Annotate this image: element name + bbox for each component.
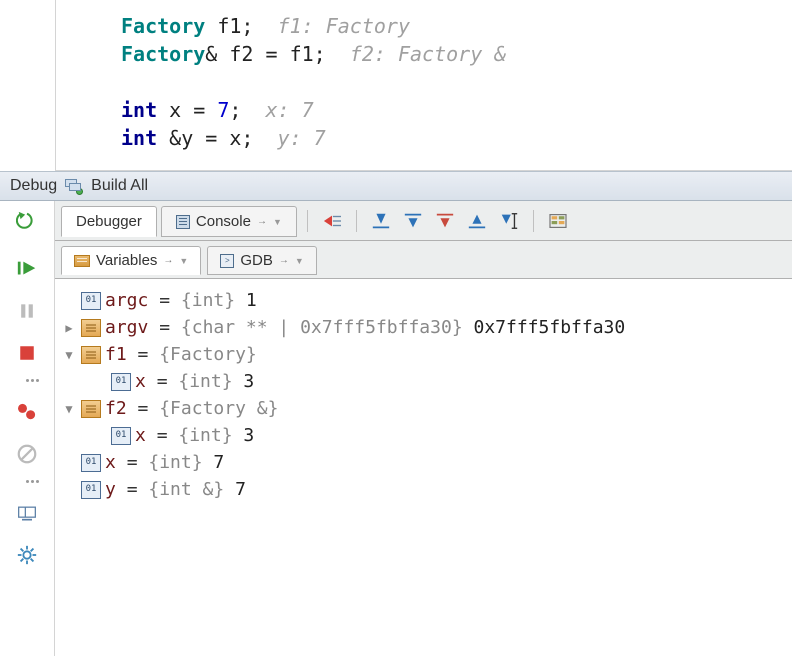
stop-icon[interactable] bbox=[15, 341, 39, 365]
code-line[interactable]: int x = 7; x: 7 bbox=[56, 96, 792, 124]
variable-text: x = {int} 3 bbox=[135, 425, 254, 446]
primitive-chip-icon: 01 bbox=[81, 481, 101, 499]
debug-tab-row: Debugger Console → ▼ bbox=[55, 201, 792, 241]
rerun-icon[interactable] bbox=[15, 209, 39, 233]
variables-list[interactable]: 01 argc = {int} 1▶ argv = {char ** | 0x7… bbox=[55, 279, 792, 656]
dropdown-icon: ▼ bbox=[273, 217, 282, 227]
build-all-label[interactable]: Build All bbox=[91, 177, 148, 195]
chevron-right-icon: → bbox=[163, 255, 173, 266]
disclosure-spacer bbox=[61, 482, 77, 498]
object-chip-icon bbox=[81, 319, 101, 337]
disclosure-open-icon[interactable]: ▼ bbox=[61, 401, 77, 417]
disclosure-open-icon[interactable]: ▼ bbox=[61, 347, 77, 363]
tab-label: Console bbox=[196, 213, 251, 230]
step-out-icon[interactable] bbox=[463, 207, 491, 235]
primitive-chip-icon: 01 bbox=[111, 373, 131, 391]
debug-subtab-row: Variables → ▼ > GDB → ▼ bbox=[55, 241, 792, 279]
dropdown-icon: ▼ bbox=[295, 256, 304, 266]
variable-text: f1 = {Factory} bbox=[105, 344, 257, 365]
variable-row[interactable]: 01 x = {int} 3 bbox=[55, 368, 792, 395]
subtab-gdb[interactable]: > GDB → ▼ bbox=[207, 246, 316, 275]
code-line[interactable]: Factory& f2 = f1; f2: Factory & bbox=[56, 40, 792, 68]
run-to-cursor-icon[interactable] bbox=[495, 207, 523, 235]
variable-row[interactable]: 01 x = {int} 7 bbox=[55, 449, 792, 476]
subtab-label: GDB bbox=[240, 252, 273, 269]
tab-label: Debugger bbox=[76, 213, 142, 230]
code-line[interactable]: Factory f1; f1: Factory bbox=[56, 12, 792, 40]
primitive-chip-icon: 01 bbox=[81, 454, 101, 472]
variable-row[interactable]: ▶ argv = {char ** | 0x7fff5fbffa30} 0x7f… bbox=[55, 314, 792, 341]
variable-row[interactable]: 01 argc = {int} 1 bbox=[55, 287, 792, 314]
settings-gear-icon[interactable] bbox=[15, 543, 39, 567]
step-into-icon[interactable] bbox=[399, 207, 427, 235]
build-all-icon[interactable] bbox=[65, 178, 83, 194]
disclosure-spacer bbox=[61, 293, 77, 309]
subtab-variables[interactable]: Variables → ▼ bbox=[61, 246, 201, 275]
variable-row[interactable]: ▼ f1 = {Factory} bbox=[55, 341, 792, 368]
code-editor[interactable]: Factory f1; f1: FactoryFactory& f2 = f1;… bbox=[55, 0, 792, 171]
separator bbox=[307, 210, 308, 232]
disclosure-closed-icon[interactable]: ▶ bbox=[61, 320, 77, 336]
variable-text: argv = {char ** | 0x7fff5fbffa30} 0x7fff… bbox=[105, 317, 625, 338]
subtab-label: Variables bbox=[96, 252, 157, 269]
resume-icon[interactable] bbox=[15, 257, 39, 281]
variable-text: x = {int} 7 bbox=[105, 452, 224, 473]
debug-action-gutter bbox=[0, 201, 55, 656]
primitive-chip-icon: 01 bbox=[81, 292, 101, 310]
disclosure-spacer bbox=[61, 455, 77, 471]
gutter-divider bbox=[26, 379, 29, 382]
dropdown-icon: ▼ bbox=[179, 256, 188, 266]
variable-row[interactable]: 01 y = {int &} 7 bbox=[55, 476, 792, 503]
force-step-into-icon[interactable] bbox=[431, 207, 459, 235]
debug-label[interactable]: Debug bbox=[10, 177, 57, 195]
primitive-chip-icon: 01 bbox=[111, 427, 131, 445]
code-line[interactable] bbox=[56, 68, 792, 96]
gdb-icon: > bbox=[220, 254, 234, 268]
evaluate-expression-icon[interactable] bbox=[544, 207, 572, 235]
breakpoints-icon[interactable] bbox=[15, 400, 39, 424]
variable-text: y = {int &} 7 bbox=[105, 479, 246, 500]
separator bbox=[356, 210, 357, 232]
variable-text: x = {int} 3 bbox=[135, 371, 254, 392]
debug-panel: Debugger Console → ▼ bbox=[55, 201, 792, 656]
tab-debugger[interactable]: Debugger bbox=[61, 206, 157, 237]
pause-icon[interactable] bbox=[15, 299, 39, 323]
chevron-right-icon: → bbox=[279, 255, 289, 266]
layout-settings-icon[interactable] bbox=[15, 501, 39, 525]
separator bbox=[533, 210, 534, 232]
variable-row[interactable]: ▼ f2 = {Factory &} bbox=[55, 395, 792, 422]
console-icon bbox=[176, 215, 190, 229]
variable-text: f2 = {Factory &} bbox=[105, 398, 278, 419]
variables-icon bbox=[74, 255, 90, 267]
tab-console[interactable]: Console → ▼ bbox=[161, 206, 297, 237]
variable-text: argc = {int} 1 bbox=[105, 290, 257, 311]
gutter-divider bbox=[26, 480, 29, 483]
show-execution-point-icon[interactable] bbox=[318, 207, 346, 235]
chevron-right-icon: → bbox=[257, 216, 267, 227]
mute-breakpoints-icon[interactable] bbox=[15, 442, 39, 466]
object-chip-icon bbox=[81, 400, 101, 418]
variable-row[interactable]: 01 x = {int} 3 bbox=[55, 422, 792, 449]
step-over-icon[interactable] bbox=[367, 207, 395, 235]
debug-toolbar: Debug Build All bbox=[0, 171, 792, 201]
code-line[interactable]: int &y = x; y: 7 bbox=[56, 124, 792, 152]
object-chip-icon bbox=[81, 346, 101, 364]
